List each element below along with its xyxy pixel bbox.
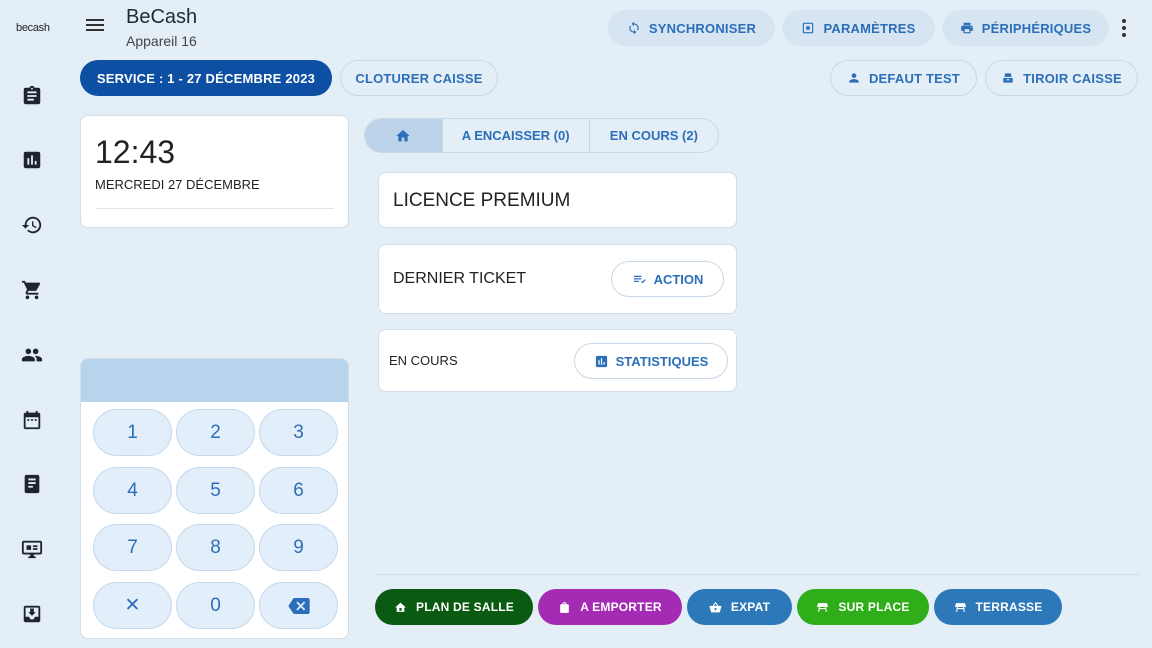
- clock-time: 12:43: [95, 134, 176, 170]
- people-icon[interactable]: [20, 343, 44, 367]
- key-9[interactable]: 9: [259, 524, 338, 571]
- expat-button[interactable]: EXPAT: [687, 589, 792, 625]
- drawer-icon: [1003, 73, 1013, 83]
- on-site-label: SUR PLACE: [838, 600, 910, 614]
- on-site-button[interactable]: SUR PLACE: [797, 589, 929, 625]
- order-tabs: A ENCAISSER (0) EN COURS (2): [364, 118, 719, 153]
- bar-chart-icon: [595, 355, 607, 367]
- in-progress-card: EN COURS STATISTIQUES: [378, 329, 737, 392]
- devices-label: PÉRIPHÉRIQUES: [981, 20, 1092, 36]
- settings-icon: [803, 22, 814, 34]
- app-title: BeCash: [126, 6, 198, 28]
- divider: [95, 208, 334, 209]
- devices-button[interactable]: PÉRIPHÉRIQUES: [942, 10, 1109, 46]
- numeric-keypad: 1 2 3 4 5 6 7 8 9 ✕ 0: [80, 358, 349, 639]
- key-3[interactable]: 3: [259, 409, 338, 456]
- service-button[interactable]: SERVICE : 1 - 27 DÉCEMBRE 2023: [80, 60, 332, 96]
- divider: [376, 574, 1140, 575]
- calendar-icon[interactable]: [20, 408, 44, 432]
- app-logo: becash: [16, 22, 50, 34]
- backspace-icon: [287, 597, 310, 614]
- list-check-icon: [633, 275, 646, 283]
- user-label: DEFAUT TEST: [868, 70, 961, 86]
- clipboard-icon[interactable]: [20, 84, 44, 108]
- action-button[interactable]: ACTION: [611, 261, 724, 297]
- last-ticket-card: DERNIER TICKET ACTION: [378, 244, 737, 314]
- room-plan-label: PLAN DE SALLE: [416, 600, 514, 614]
- table-icon: [954, 602, 966, 612]
- statistics-label: STATISTIQUES: [615, 353, 709, 369]
- key-8[interactable]: 8: [176, 524, 255, 571]
- device-name: Appareil 16: [126, 33, 197, 49]
- key-4[interactable]: 4: [93, 467, 172, 514]
- sync-button[interactable]: SYNCHRONISER: [608, 10, 775, 46]
- close-register-button[interactable]: CLOTURER CAISSE: [340, 60, 498, 96]
- takeaway-button[interactable]: A EMPORTER: [538, 589, 682, 625]
- sync-icon: [629, 21, 639, 35]
- key-clear[interactable]: ✕: [93, 582, 172, 629]
- terrace-button[interactable]: TERRASSE: [934, 589, 1062, 625]
- sync-label: SYNCHRONISER: [648, 20, 757, 36]
- statistics-button[interactable]: STATISTIQUES: [574, 343, 728, 379]
- tab-in-progress[interactable]: EN COURS (2): [590, 119, 718, 152]
- backspace-key[interactable]: [259, 582, 338, 629]
- menu-icon[interactable]: [86, 16, 108, 38]
- book-icon[interactable]: [20, 472, 44, 496]
- user-button[interactable]: DEFAUT TEST: [830, 60, 977, 96]
- service-label: SERVICE : 1 - 27 DÉCEMBRE 2023: [96, 70, 316, 86]
- printer-icon: [960, 22, 973, 34]
- key-7[interactable]: 7: [93, 524, 172, 571]
- takeaway-label: A EMPORTER: [580, 600, 662, 614]
- keypad-display: [81, 359, 348, 402]
- cash-drawer-button[interactable]: TIROIR CAISSE: [985, 60, 1138, 96]
- bar-chart-icon[interactable]: [20, 148, 44, 172]
- clock-card: 12:43 MERCREDI 27 DÉCEMBRE: [80, 115, 349, 228]
- history-icon[interactable]: [20, 213, 44, 237]
- terrace-label: TERRASSE: [975, 600, 1043, 614]
- in-progress-label: EN COURS: [389, 353, 458, 368]
- license-label: LICENCE PREMIUM: [393, 190, 571, 211]
- key-1[interactable]: 1: [93, 409, 172, 456]
- clock-date: MERCREDI 27 DÉCEMBRE: [95, 177, 260, 192]
- cart-icon[interactable]: [20, 278, 44, 302]
- home-icon: [396, 129, 410, 141]
- tab-home[interactable]: [365, 119, 443, 152]
- key-2[interactable]: 2: [176, 409, 255, 456]
- more-options-icon[interactable]: [1117, 17, 1131, 39]
- inbox-download-icon[interactable]: [20, 602, 44, 626]
- close-register-label: CLOTURER CAISSE: [355, 70, 483, 86]
- key-6[interactable]: 6: [259, 467, 338, 514]
- table-icon: [817, 602, 829, 612]
- key-5[interactable]: 5: [176, 467, 255, 514]
- license-card: LICENCE PREMIUM: [378, 172, 737, 228]
- person-icon: [849, 73, 859, 83]
- house-icon: [395, 602, 406, 612]
- expat-label: EXPAT: [730, 600, 771, 614]
- bag-icon: [560, 601, 570, 613]
- key-0[interactable]: 0: [176, 582, 255, 629]
- settings-button[interactable]: PARAMÈTRES: [782, 10, 935, 46]
- action-label: ACTION: [653, 271, 704, 287]
- cash-drawer-label: TIROIR CAISSE: [1023, 70, 1122, 86]
- room-plan-button[interactable]: PLAN DE SALLE: [375, 589, 533, 625]
- settings-label: PARAMÈTRES: [823, 20, 916, 36]
- tab-to-collect[interactable]: A ENCAISSER (0): [443, 119, 590, 152]
- basket-icon: [709, 601, 722, 612]
- last-ticket-label: DERNIER TICKET: [393, 270, 527, 287]
- monitor-icon[interactable]: [20, 537, 44, 561]
